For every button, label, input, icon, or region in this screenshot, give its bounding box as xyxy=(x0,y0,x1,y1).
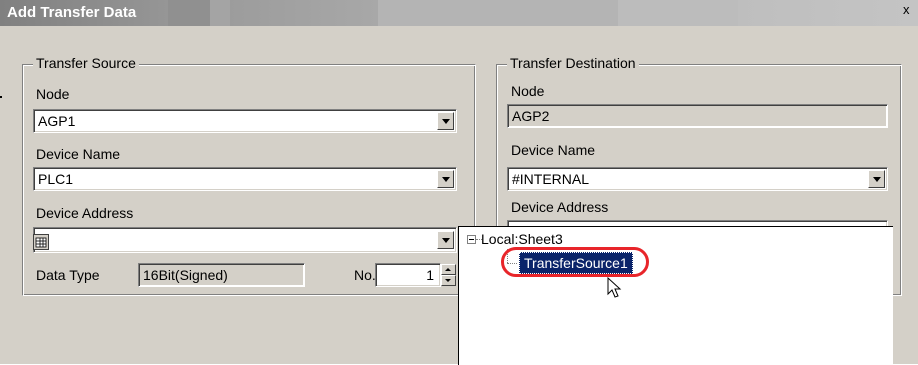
address-tree-popup[interactable]: Local:Sheet3 TransferSource1 xyxy=(458,226,893,365)
title-bar-segment xyxy=(210,0,230,26)
transfer-destination-legend: Transfer Destination xyxy=(507,55,639,71)
title-bar[interactable]: Add Transfer Data x xyxy=(0,0,918,26)
destination-device-name-label: Device Name xyxy=(511,142,596,158)
destination-device-name-select[interactable]: #INTERNAL xyxy=(507,167,888,191)
source-device-name-value: PLC1 xyxy=(38,171,74,187)
window-title: Add Transfer Data xyxy=(7,4,137,21)
source-data-type-value: 16Bit(Signed) xyxy=(143,267,228,283)
title-bar-segment xyxy=(618,0,738,26)
source-node-label: Node xyxy=(36,86,70,102)
source-data-type-label: Data Type xyxy=(36,267,100,283)
close-icon[interactable]: x xyxy=(903,2,910,17)
chevron-down-icon[interactable] xyxy=(437,112,454,130)
source-device-address-label: Device Address xyxy=(36,205,134,221)
chevron-down-icon[interactable] xyxy=(868,170,885,188)
spin-down-icon[interactable] xyxy=(441,275,456,286)
source-data-type-field: 16Bit(Signed) xyxy=(138,263,305,287)
transfer-source-legend: Transfer Source xyxy=(33,55,139,71)
tree-root-label[interactable]: Local:Sheet3 xyxy=(481,231,563,247)
source-no-input[interactable]: 1 xyxy=(375,263,441,287)
source-device-address-input[interactable] xyxy=(33,227,457,253)
add-transfer-data-dialog: Add Transfer Data x Transfer Source Node… xyxy=(0,0,918,365)
destination-device-name-value: #INTERNAL xyxy=(512,171,590,187)
source-no-value: 1 xyxy=(426,267,434,283)
title-bar-segment xyxy=(378,0,618,26)
destination-node-field: AGP2 xyxy=(507,104,888,128)
destination-device-address-label: Device Address xyxy=(511,199,609,215)
chevron-down-icon[interactable] xyxy=(437,231,454,249)
source-device-name-label: Device Name xyxy=(36,146,121,162)
source-no-label: No. xyxy=(354,267,376,283)
chevron-down-icon[interactable] xyxy=(437,170,454,188)
source-node-value: AGP1 xyxy=(38,113,76,129)
destination-node-value: AGP2 xyxy=(512,108,550,124)
address-input-icon[interactable] xyxy=(33,234,49,250)
source-device-name-select[interactable]: PLC1 xyxy=(33,167,457,191)
destination-node-label: Node xyxy=(511,83,545,99)
source-node-select[interactable]: AGP1 xyxy=(33,109,457,133)
edge-mark xyxy=(0,96,2,98)
title-bar-segment xyxy=(168,0,210,26)
spin-up-icon[interactable] xyxy=(441,264,456,275)
source-no-spinner[interactable] xyxy=(441,264,456,286)
tree-collapse-icon[interactable] xyxy=(467,235,476,244)
mouse-pointer-icon xyxy=(607,277,622,298)
annotation-highlight-ring xyxy=(501,247,649,277)
